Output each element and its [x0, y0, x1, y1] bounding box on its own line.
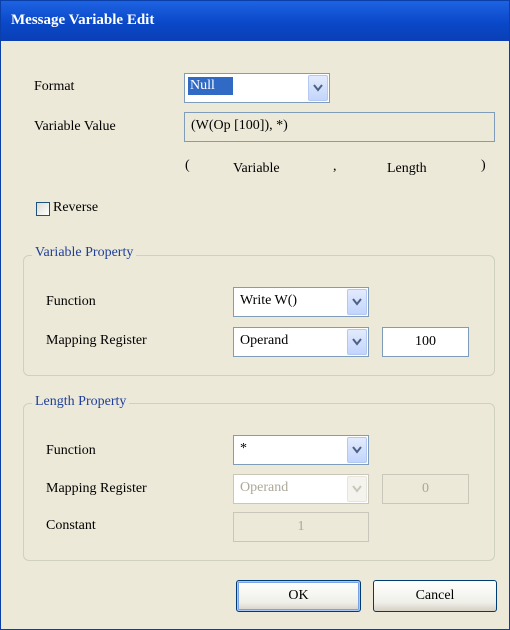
hint-comma: , — [333, 159, 337, 174]
window-title: Message Variable Edit — [11, 12, 155, 28]
length-function-dropdown-button[interactable] — [347, 437, 367, 463]
dialog-window: Message Variable Edit Format Null Variab… — [0, 0, 510, 630]
hint-open-paren: ( — [185, 158, 190, 173]
variable-mapping-label: Mapping Register — [46, 333, 147, 348]
chevron-down-icon — [352, 298, 362, 306]
length-mapping-label: Mapping Register — [46, 481, 147, 496]
length-property-title: Length Property — [32, 394, 130, 410]
length-mapping-select: Operand — [233, 474, 369, 504]
length-constant-input: 1 — [233, 512, 369, 542]
hint-length: Length — [387, 161, 427, 176]
variable-mapping-dropdown-button[interactable] — [347, 329, 367, 355]
variable-mapping-select[interactable]: Operand — [233, 327, 369, 357]
variable-value-text: (W(Op [100]), *) — [191, 118, 288, 133]
length-function-value: * — [240, 441, 247, 456]
cancel-button[interactable]: Cancel — [373, 580, 497, 612]
chevron-down-icon — [352, 485, 362, 493]
length-function-label: Function — [46, 443, 96, 458]
variable-mapping-number-input[interactable]: 100 — [382, 327, 469, 357]
hint-close-paren: ) — [481, 158, 486, 173]
chevron-down-icon — [352, 338, 362, 346]
chevron-down-icon — [352, 446, 362, 454]
hint-variable: Variable — [233, 161, 280, 176]
variable-function-value: Write W() — [240, 293, 298, 308]
ok-button[interactable]: OK — [236, 580, 361, 612]
format-dropdown-button[interactable] — [308, 75, 328, 101]
format-select[interactable]: Null — [184, 73, 330, 103]
variable-function-dropdown-button[interactable] — [347, 289, 367, 315]
variable-mapping-value: Operand — [240, 333, 289, 348]
length-mapping-number-input: 0 — [382, 474, 469, 504]
title-bar[interactable]: Message Variable Edit — [1, 1, 509, 41]
format-label: Format — [34, 79, 75, 94]
length-mapping-dropdown-button — [347, 476, 367, 502]
chevron-down-icon — [313, 84, 323, 92]
variable-function-select[interactable]: Write W() — [233, 287, 369, 317]
length-constant-label: Constant — [46, 518, 96, 533]
variable-property-title: Variable Property — [32, 245, 137, 261]
reverse-label: Reverse — [53, 200, 99, 215]
reverse-checkbox[interactable] — [36, 202, 50, 216]
format-value: Null — [188, 77, 233, 95]
variable-function-label: Function — [46, 294, 96, 309]
variable-value-label: Variable Value — [34, 119, 116, 134]
length-function-select[interactable]: * — [233, 435, 369, 465]
variable-value-field: (W(Op [100]), *) — [184, 112, 495, 142]
length-mapping-value: Operand — [240, 480, 289, 495]
